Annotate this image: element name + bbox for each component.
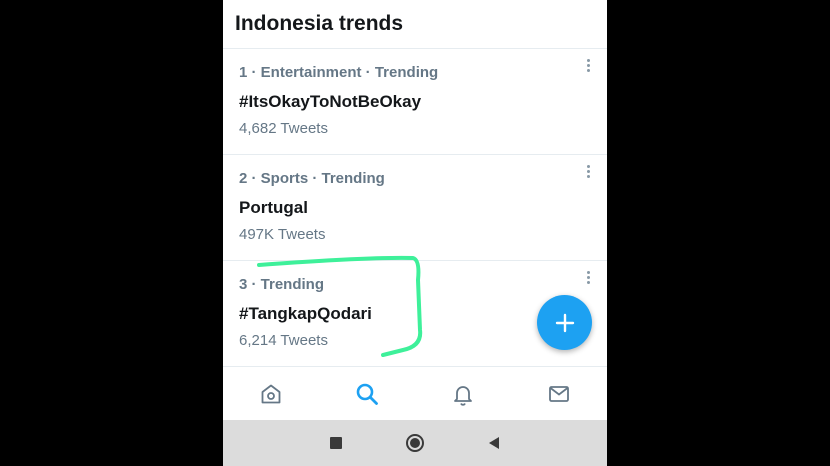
circle-icon bbox=[406, 434, 424, 452]
nav-home-button[interactable] bbox=[247, 374, 295, 414]
search-icon bbox=[356, 383, 378, 405]
system-home-button[interactable] bbox=[403, 432, 427, 454]
triangle-back-icon bbox=[489, 437, 499, 449]
nav-search-button[interactable] bbox=[343, 374, 391, 414]
trend-name: #ItsOkayToNotBeOkay bbox=[239, 92, 422, 111]
compose-tweet-button[interactable] bbox=[537, 295, 592, 350]
square-icon bbox=[330, 437, 342, 449]
mail-icon bbox=[549, 385, 569, 402]
nav-messages-button[interactable] bbox=[535, 374, 583, 414]
home-icon bbox=[261, 384, 281, 403]
bell-icon bbox=[454, 385, 472, 406]
nav-notifications-button[interactable] bbox=[439, 374, 487, 414]
twitter-app-screen: Indonesia trends 1 · Entertainment · Tre… bbox=[223, 0, 607, 466]
more-vertical-icon[interactable] bbox=[585, 165, 591, 178]
page-header: Indonesia trends bbox=[223, 0, 607, 49]
more-vertical-icon[interactable] bbox=[585, 59, 591, 72]
trend-tweet-count: 497K Tweets bbox=[239, 226, 326, 243]
trend-item-2[interactable]: 2 · Sports · Trending Portugal 497K Twee… bbox=[223, 155, 607, 261]
trend-meta: 3 · Trending bbox=[239, 276, 325, 293]
page-title: Indonesia trends bbox=[235, 12, 404, 35]
android-navigation-bar bbox=[223, 420, 607, 466]
back-button[interactable] bbox=[482, 432, 506, 454]
trend-meta: 1 · Entertainment · Trending bbox=[239, 64, 439, 81]
trend-tweet-count: 4,682 Tweets bbox=[239, 120, 328, 137]
trend-name: Portugal bbox=[239, 198, 308, 217]
trend-item-1[interactable]: 1 · Entertainment · Trending #ItsOkayToN… bbox=[223, 49, 607, 155]
more-vertical-icon[interactable] bbox=[585, 271, 591, 284]
bottom-navigation-bar bbox=[223, 366, 607, 420]
trend-meta: 2 · Sports · Trending bbox=[239, 170, 385, 187]
recent-apps-button[interactable] bbox=[324, 432, 348, 454]
plus-icon bbox=[555, 313, 574, 332]
